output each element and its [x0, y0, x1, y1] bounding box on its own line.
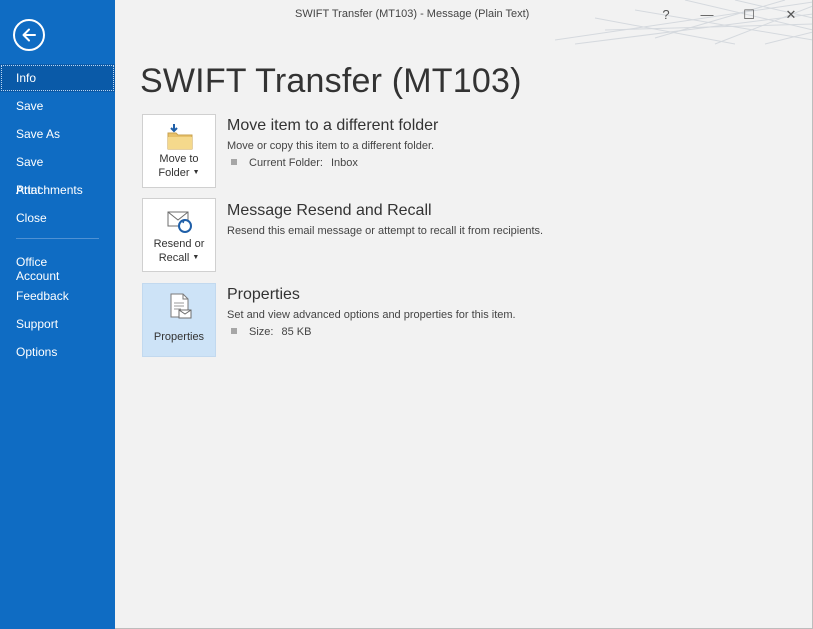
resend-recall-icon	[167, 211, 192, 233]
minimize-button[interactable]: —	[697, 6, 717, 24]
move-to-folder-label-line1: Move to	[159, 153, 199, 165]
dropdown-caret-icon: ▼	[192, 169, 200, 177]
nav-options[interactable]: Options	[0, 338, 115, 366]
move-section-title: Move item to a different folder	[227, 117, 439, 134]
bullet-icon	[231, 328, 237, 335]
nav-office-account[interactable]: Office Account	[0, 251, 115, 285]
window-title: SWIFT Transfer (MT103) - Message (Plain …	[295, 8, 530, 20]
move-folder-icon	[167, 124, 193, 150]
title-bar: SWIFT Transfer (MT103) - Message (Plain …	[115, 0, 813, 45]
nav-save[interactable]: Save	[0, 92, 115, 120]
backstage-nav: Info Save Save As Save Attachments Print…	[0, 64, 115, 366]
resend-section-title: Message Resend and Recall	[227, 202, 432, 219]
back-button[interactable]	[13, 19, 45, 51]
nav-office-account-line1: Office	[16, 255, 48, 269]
size-label: Size:	[249, 326, 274, 338]
nav-close[interactable]: Close	[0, 204, 115, 232]
nav-office-account-line2: Account	[16, 269, 60, 283]
backstage-sidebar: Info Save Save As Save Attachments Print…	[0, 0, 115, 629]
restore-button[interactable]: ☐	[739, 6, 759, 24]
current-folder-detail: Current Folder: Inbox	[231, 157, 358, 169]
move-to-folder-button[interactable]: Move to Folder ▼	[142, 114, 216, 188]
properties-icon	[170, 293, 192, 319]
dropdown-caret-icon: ▼	[192, 254, 200, 262]
nav-save-attachments[interactable]: Save Attachments	[0, 148, 115, 197]
properties-section-description: Set and view advanced options and proper…	[227, 309, 516, 321]
close-button[interactable]: ✕	[781, 6, 801, 24]
current-folder-value: Inbox	[330, 157, 358, 169]
move-to-folder-label-line2: Folder ▼	[143, 166, 215, 180]
back-arrow-icon	[22, 28, 36, 42]
help-button[interactable]: ?	[656, 6, 676, 24]
size-detail: Size: 85 KB	[231, 326, 311, 338]
nav-support[interactable]: Support	[0, 310, 115, 338]
resend-or-recall-label-text: Recall	[158, 252, 190, 264]
current-folder-label: Current Folder:	[249, 157, 323, 169]
size-value: 85 KB	[281, 326, 312, 338]
resend-or-recall-label-line1: Resend or	[153, 238, 205, 250]
resend-or-recall-label-line2: Recall ▼	[143, 251, 215, 265]
move-to-folder-label-text: Folder	[158, 167, 190, 179]
properties-button[interactable]: Properties	[142, 283, 216, 357]
nav-info[interactable]: Info	[0, 64, 115, 92]
nav-feedback[interactable]: Feedback	[0, 282, 115, 310]
properties-section-title: Properties	[227, 286, 300, 303]
move-section-description: Move or copy this item to a different fo…	[227, 140, 435, 152]
resend-section-description: Resend this email message or attempt to …	[227, 225, 544, 237]
bullet-icon	[231, 159, 237, 166]
properties-button-label: Properties	[153, 331, 205, 343]
nav-save-as[interactable]: Save As	[0, 120, 115, 148]
resend-or-recall-button[interactable]: Resend or Recall ▼	[142, 198, 216, 272]
nav-separator	[16, 238, 99, 239]
page-title: SWIFT Transfer (MT103)	[140, 62, 522, 100]
